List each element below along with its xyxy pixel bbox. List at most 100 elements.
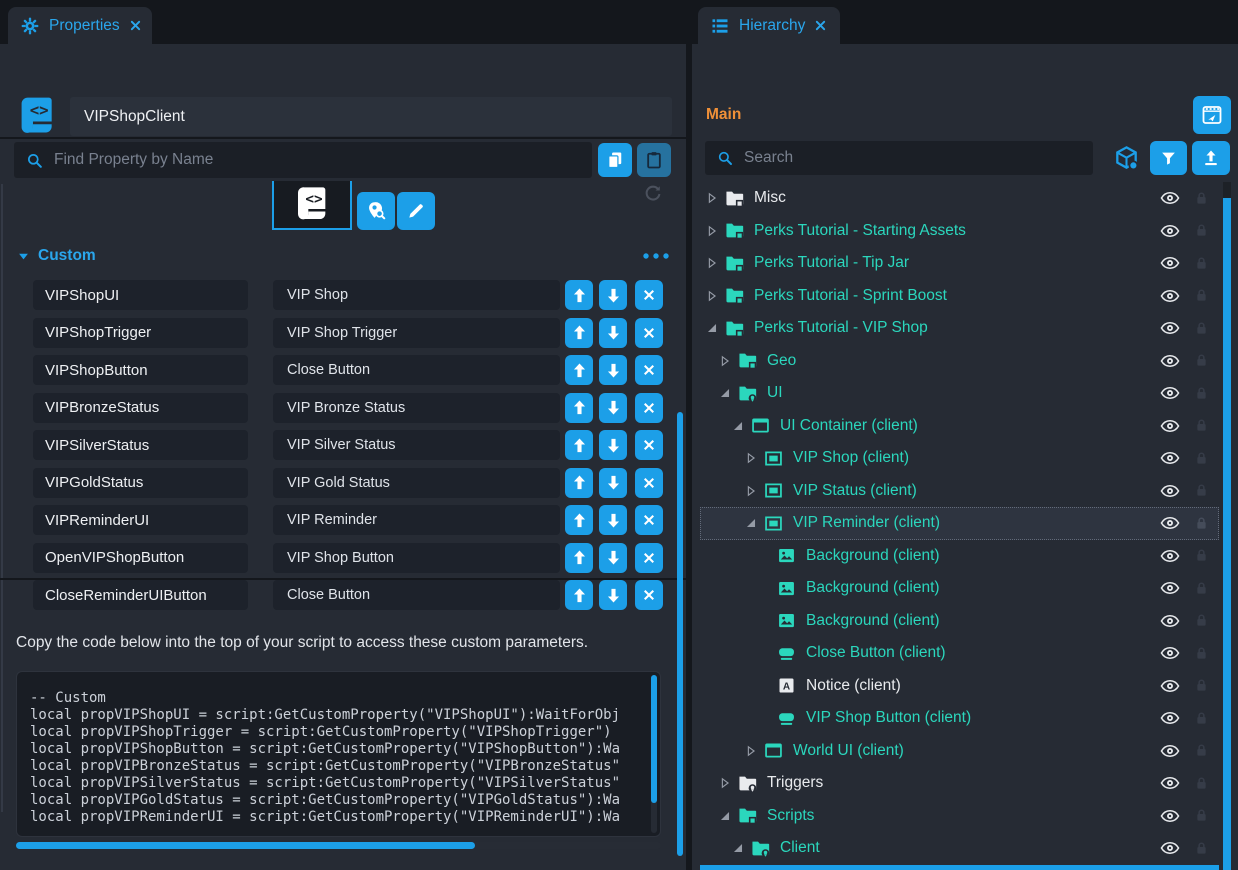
- lock-icon[interactable]: [1194, 612, 1209, 629]
- tree-item[interactable]: <>VIPShopClient (client): [700, 865, 1219, 870]
- expand-arrow-icon[interactable]: [717, 385, 733, 401]
- property-value-field[interactable]: VIP Gold Status: [273, 468, 560, 498]
- cube-icon[interactable]: [1112, 144, 1141, 173]
- lock-icon[interactable]: [1194, 255, 1209, 272]
- lock-icon[interactable]: [1194, 775, 1209, 792]
- delete-property-button[interactable]: [635, 430, 663, 460]
- move-property-down-button[interactable]: [599, 355, 627, 385]
- delete-property-button[interactable]: [635, 318, 663, 348]
- lock-icon[interactable]: [1194, 677, 1209, 694]
- lock-icon[interactable]: [1194, 742, 1209, 759]
- move-property-down-button[interactable]: [599, 468, 627, 498]
- eye-icon[interactable]: [1159, 287, 1181, 305]
- reset-icon[interactable]: [642, 183, 664, 205]
- tree-item[interactable]: Misc: [700, 182, 1219, 215]
- lock-icon[interactable]: [1194, 547, 1209, 564]
- tree-item[interactable]: Background (client): [700, 540, 1219, 573]
- property-value-field[interactable]: VIP Bronze Status: [273, 393, 560, 423]
- delete-property-button[interactable]: [635, 505, 663, 535]
- lock-icon[interactable]: [1194, 320, 1209, 337]
- tree-item[interactable]: ANotice (client): [700, 670, 1219, 703]
- lock-icon[interactable]: [1194, 352, 1209, 369]
- expand-arrow-icon[interactable]: [704, 288, 720, 304]
- close-tab-icon[interactable]: [129, 19, 142, 32]
- eye-icon[interactable]: [1159, 742, 1181, 760]
- lock-icon[interactable]: [1194, 287, 1209, 304]
- scene-settings-button[interactable]: [1193, 96, 1231, 134]
- lock-icon[interactable]: [1194, 580, 1209, 597]
- tree-item[interactable]: World UI (client): [700, 735, 1219, 768]
- move-property-up-button[interactable]: [565, 505, 593, 535]
- tree-item[interactable]: Triggers: [700, 767, 1219, 800]
- property-value-field[interactable]: VIP Shop: [273, 280, 560, 310]
- eye-icon[interactable]: [1159, 807, 1181, 825]
- property-name-field[interactable]: VIPGoldStatus: [33, 468, 248, 498]
- tree-item[interactable]: VIP Shop Button (client): [700, 702, 1219, 735]
- move-property-up-button[interactable]: [565, 280, 593, 310]
- property-name-field[interactable]: VIPShopButton: [33, 355, 248, 385]
- paste-properties-button[interactable]: [637, 143, 671, 177]
- tab-properties[interactable]: Properties: [8, 7, 152, 44]
- eye-icon[interactable]: [1159, 352, 1181, 370]
- eye-icon[interactable]: [1159, 384, 1181, 402]
- expand-arrow-icon[interactable]: [743, 483, 759, 499]
- delete-property-button[interactable]: [635, 393, 663, 423]
- eye-icon[interactable]: [1159, 449, 1181, 467]
- property-name-field[interactable]: OpenVIPShopButton: [33, 543, 248, 573]
- expand-arrow-icon[interactable]: [730, 840, 746, 856]
- delete-property-button[interactable]: [635, 280, 663, 310]
- lock-icon[interactable]: [1194, 417, 1209, 434]
- move-property-down-button[interactable]: [599, 505, 627, 535]
- tree-item[interactable]: VIP Reminder (client): [700, 507, 1219, 540]
- eye-icon[interactable]: [1159, 319, 1181, 337]
- property-value-field[interactable]: VIP Shop Trigger: [273, 318, 560, 348]
- move-property-down-button[interactable]: [599, 430, 627, 460]
- eye-icon[interactable]: [1159, 839, 1181, 857]
- expand-arrow-icon[interactable]: [743, 450, 759, 466]
- move-property-down-button[interactable]: [599, 280, 627, 310]
- expand-arrow-icon[interactable]: [704, 223, 720, 239]
- tree-item[interactable]: Perks Tutorial - Sprint Boost: [700, 280, 1219, 313]
- lock-icon[interactable]: [1194, 840, 1209, 857]
- lock-icon[interactable]: [1194, 450, 1209, 467]
- property-value-field[interactable]: Close Button: [273, 355, 560, 385]
- find-property-input[interactable]: Find Property by Name: [14, 142, 592, 178]
- upload-button[interactable]: [1192, 141, 1230, 175]
- tree-item[interactable]: Background (client): [700, 572, 1219, 605]
- move-property-down-button[interactable]: [599, 393, 627, 423]
- tree-item[interactable]: UI: [700, 377, 1219, 410]
- eye-icon[interactable]: [1159, 222, 1181, 240]
- property-name-field[interactable]: VIPReminderUI: [33, 505, 248, 535]
- hierarchy-scrollbar-thumb[interactable]: [1223, 198, 1231, 870]
- move-property-up-button[interactable]: [565, 355, 593, 385]
- lock-icon[interactable]: [1194, 385, 1209, 402]
- hierarchy-scrollbar[interactable]: [1223, 182, 1231, 870]
- expand-arrow-icon[interactable]: [704, 255, 720, 271]
- tree-item[interactable]: Perks Tutorial - Tip Jar: [700, 247, 1219, 280]
- copy-properties-button[interactable]: [598, 143, 632, 177]
- section-caret-icon[interactable]: [16, 250, 30, 263]
- move-property-up-button[interactable]: [565, 430, 593, 460]
- tab-hierarchy[interactable]: Hierarchy: [698, 7, 840, 44]
- lock-icon[interactable]: [1194, 222, 1209, 239]
- lock-icon[interactable]: [1194, 710, 1209, 727]
- tree-item[interactable]: Geo: [700, 345, 1219, 378]
- tree-item[interactable]: Close Button (client): [700, 637, 1219, 670]
- move-property-down-button[interactable]: [599, 580, 627, 610]
- tree-item[interactable]: UI Container (client): [700, 410, 1219, 443]
- tree-item[interactable]: VIP Status (client): [700, 475, 1219, 508]
- move-property-up-button[interactable]: [565, 468, 593, 498]
- properties-scrollbar[interactable]: [677, 412, 683, 856]
- expand-arrow-icon[interactable]: [717, 353, 733, 369]
- lock-icon[interactable]: [1194, 482, 1209, 499]
- code-horizontal-scrollbar[interactable]: [16, 842, 661, 849]
- eye-icon[interactable]: [1159, 644, 1181, 662]
- eye-icon[interactable]: [1159, 547, 1181, 565]
- filter-button[interactable]: [1150, 141, 1187, 175]
- expand-arrow-icon[interactable]: [704, 190, 720, 206]
- eye-icon[interactable]: [1159, 417, 1181, 435]
- tree-item[interactable]: Perks Tutorial - VIP Shop: [700, 312, 1219, 345]
- code-vertical-scrollbar-thumb[interactable]: [651, 675, 657, 803]
- property-name-field[interactable]: VIPShopUI: [33, 280, 248, 310]
- edit-script-button[interactable]: [397, 192, 435, 230]
